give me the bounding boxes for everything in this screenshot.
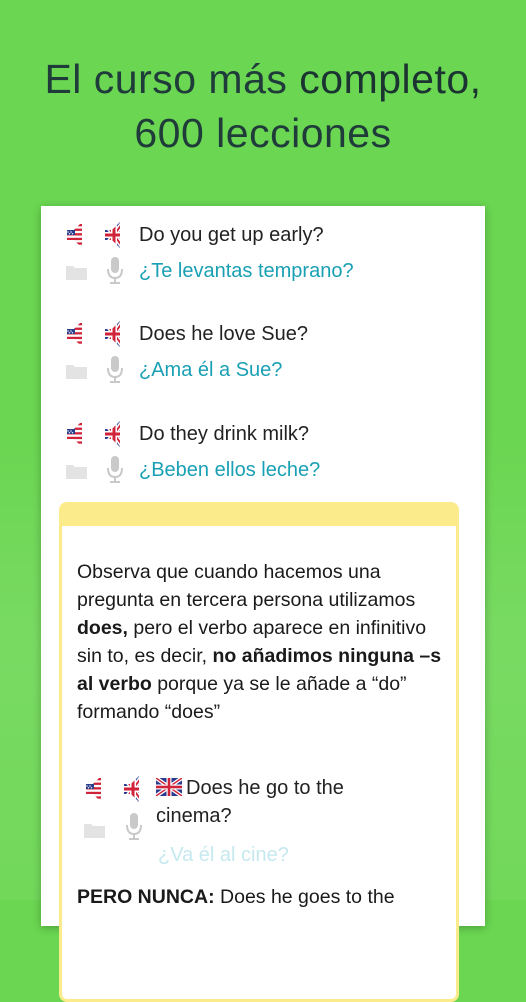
spanish-phrase: ¿Ama él a Sue?	[139, 358, 283, 381]
us-flag-speaker-icon[interactable]	[65, 319, 87, 349]
us-flag-speaker-icon[interactable]	[65, 220, 87, 250]
phrase-item: Does he love Sue? ¿Ama él a Sue?	[41, 317, 485, 397]
example-english: Does he go to the cinema?	[156, 774, 396, 830]
english-phrase: Do you get up early?	[139, 223, 324, 246]
microphone-icon[interactable]	[126, 813, 142, 841]
microphone-icon[interactable]	[107, 456, 123, 484]
uk-flag-speaker-icon[interactable]	[103, 319, 125, 349]
headline-prefix: El curso más	[44, 56, 300, 102]
uk-flag-speaker-icon[interactable]	[103, 220, 125, 250]
headline-line-1: El curso más completo,	[0, 52, 526, 106]
microphone-icon[interactable]	[107, 257, 123, 285]
uk-flag-speaker-icon[interactable]	[103, 419, 125, 449]
folder-icon[interactable]	[66, 264, 87, 280]
us-flag-speaker-icon[interactable]	[65, 419, 87, 449]
example-english-text: Does he go to the cinema?	[156, 777, 344, 827]
headline: El curso más completo, 600 lecciones	[0, 52, 526, 160]
us-flag-speaker-icon[interactable]	[84, 774, 106, 804]
english-phrase: Does he love Sue?	[139, 322, 309, 345]
example-spanish: ¿Va él al cine?	[158, 844, 289, 866]
microphone-icon[interactable]	[107, 356, 123, 384]
note-footer-bold: PERO NUNCA:	[77, 886, 215, 908]
headline-line-2: 600 lecciones	[134, 110, 392, 156]
english-phrase: Do they drink milk?	[139, 422, 310, 445]
folder-icon[interactable]	[66, 463, 87, 479]
spanish-phrase: ¿Beben ellos leche?	[139, 458, 321, 481]
lesson-card: Do you get up early? ¿Te levantas tempra…	[41, 206, 485, 1002]
folder-icon[interactable]	[66, 363, 87, 379]
note-footer-text: Does he goes to the	[214, 886, 395, 908]
phrase-item: Do they drink milk? ¿Beben ellos leche?	[41, 417, 485, 497]
folder-icon[interactable]	[84, 822, 105, 838]
grammar-note: Observa que cuando hacemos una pregunta …	[59, 502, 459, 1002]
headline-emphasis: completo,	[299, 56, 482, 102]
uk-flag-icon	[156, 778, 182, 796]
spanish-phrase: ¿Te levantas temprano?	[139, 259, 354, 282]
phrase-item: Do you get up early? ¿Te levantas tempra…	[41, 218, 485, 298]
note-footer: PERO NUNCA: Does he goes to the	[77, 886, 395, 909]
note-explanation: Observa que cuando hacemos una pregunta …	[77, 558, 447, 726]
note-text-part: Observa que cuando hacemos una pregunta …	[77, 561, 416, 611]
note-bold-does: does,	[77, 617, 128, 639]
uk-flag-speaker-icon[interactable]	[122, 774, 144, 804]
